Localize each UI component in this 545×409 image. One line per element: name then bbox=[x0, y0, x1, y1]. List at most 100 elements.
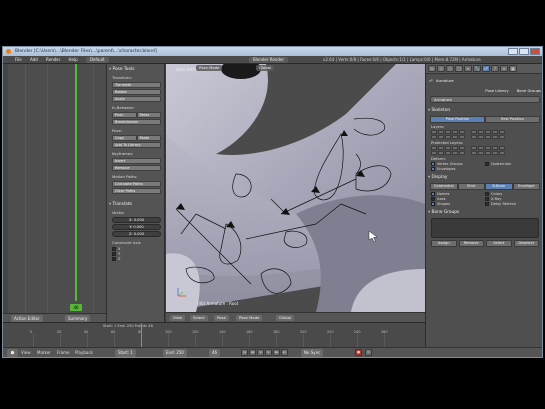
mode-select[interactable]: Pose Mode bbox=[196, 65, 223, 71]
envelope-button[interactable]: Envelope bbox=[512, 183, 540, 190]
constraints-tab-icon[interactable]: ∞ bbox=[464, 65, 472, 72]
push-button[interactable]: Push bbox=[112, 112, 137, 118]
record-icon[interactable]: ● bbox=[355, 349, 362, 356]
bone-constraints-tab-icon[interactable]: ∞ bbox=[500, 65, 508, 72]
action-editor[interactable]: 46 bbox=[3, 64, 106, 313]
jump-end-icon[interactable]: ▸| bbox=[281, 349, 288, 356]
translate-button[interactable]: Translate bbox=[112, 82, 161, 88]
frame-menu[interactable]: Frame bbox=[57, 349, 69, 357]
quaternion-checkbox[interactable]: Quaternion bbox=[485, 162, 539, 166]
start-frame-field[interactable]: Start: 1 bbox=[115, 349, 136, 357]
axis-x-checkbox[interactable]: X bbox=[112, 247, 159, 251]
menu-help[interactable]: Help bbox=[69, 56, 78, 63]
modifiers-tab-icon[interactable]: 🔧 bbox=[473, 65, 481, 72]
axis-y-checkbox[interactable]: Y bbox=[112, 252, 159, 256]
envelopes-checkbox[interactable]: Envelopes bbox=[431, 167, 485, 171]
world-tab-icon[interactable]: ○ bbox=[446, 65, 454, 72]
jump-start-icon[interactable]: |◂ bbox=[241, 349, 248, 356]
bone-tab-icon[interactable]: / bbox=[491, 65, 499, 72]
bone-groups-list[interactable] bbox=[431, 218, 539, 238]
pose-position-button[interactable]: Pose Position bbox=[430, 116, 485, 123]
b-bone-button[interactable]: B-Bone bbox=[485, 183, 513, 190]
stick-button[interactable]: Stick bbox=[457, 183, 485, 190]
add-to-library-button[interactable]: Add To Library bbox=[112, 142, 161, 148]
render-engine-select[interactable]: Blender Render bbox=[249, 57, 289, 63]
axes-checkbox[interactable]: Axes bbox=[431, 197, 485, 201]
paste-pose-button[interactable]: Paste bbox=[136, 135, 161, 141]
texture-tab-icon[interactable]: ▦ bbox=[509, 65, 517, 72]
screen-layout-select[interactable]: Default bbox=[85, 57, 109, 63]
timeline-current-frame[interactable] bbox=[141, 323, 142, 347]
vertex-groups-checkbox[interactable]: Vertex Groups bbox=[431, 162, 485, 166]
display-panel-header[interactable]: Display bbox=[426, 172, 542, 181]
colors-checkbox[interactable]: Colors bbox=[485, 192, 539, 196]
calculate-paths-button[interactable]: Calculate Paths bbox=[112, 181, 161, 187]
menu-file[interactable]: File bbox=[15, 56, 22, 63]
play-reverse-icon[interactable]: ◂ bbox=[257, 349, 264, 356]
3d-viewport[interactable]: User Ortho (46) Armature : Root bbox=[166, 64, 425, 312]
prev-key-icon[interactable]: ◂◂ bbox=[249, 349, 256, 356]
keying-set-icon[interactable]: ⚿ bbox=[365, 349, 372, 356]
select-button[interactable]: Select bbox=[486, 240, 512, 247]
object-tab-icon[interactable]: ▢ bbox=[455, 65, 463, 72]
play-icon[interactable]: ▸ bbox=[265, 349, 272, 356]
copy-pose-button[interactable]: Copy bbox=[112, 135, 137, 141]
orientation-select[interactable]: Global bbox=[256, 65, 275, 71]
marker-menu[interactable]: Marker bbox=[37, 349, 51, 357]
armature-data-field[interactable]: Armature bbox=[430, 96, 540, 103]
octahedral-button[interactable]: Octahedral bbox=[430, 183, 458, 190]
bone-groups-tab[interactable]: Bone Groups bbox=[517, 88, 541, 93]
menu-render[interactable]: Render bbox=[46, 56, 60, 63]
view-menu[interactable]: View bbox=[170, 314, 186, 321]
pose-menu[interactable]: Pose bbox=[214, 314, 229, 321]
protected-layers-grid[interactable] bbox=[431, 146, 539, 155]
transform-orientation-select[interactable]: Global bbox=[276, 314, 295, 321]
vector-x-field[interactable]: X: 0.000 bbox=[112, 217, 161, 223]
remove-button[interactable]: Remove bbox=[458, 240, 484, 247]
remove-keyframe-button[interactable]: Remove bbox=[112, 165, 161, 171]
delay-refresh-checkbox[interactable]: Delay Refresh bbox=[485, 202, 539, 206]
editor-mode-select[interactable]: Action Editor bbox=[11, 315, 43, 322]
rest-position-button[interactable]: Rest Position bbox=[485, 116, 540, 123]
end-frame-field[interactable]: End: 250 bbox=[163, 349, 187, 357]
relax-button[interactable]: Relax bbox=[136, 112, 161, 118]
shapes-checkbox[interactable]: Shapes bbox=[431, 202, 485, 206]
skeleton-panel-header[interactable]: Skeleton bbox=[426, 105, 542, 114]
pose-tools-header[interactable]: Pose Tools bbox=[107, 64, 164, 73]
scale-button[interactable]: Scale bbox=[112, 96, 161, 102]
scene-tab-icon[interactable]: ◇ bbox=[437, 65, 445, 72]
next-key-icon[interactable]: ▸▸ bbox=[273, 349, 280, 356]
summary-select[interactable]: Summary bbox=[65, 315, 91, 322]
rotate-button[interactable]: Rotate bbox=[112, 89, 161, 95]
current-frame-line[interactable] bbox=[75, 64, 77, 301]
bone-groups-panel-header[interactable]: Bone Groups bbox=[426, 207, 542, 216]
menu-add[interactable]: Add bbox=[30, 56, 38, 63]
view-menu-timeline[interactable]: View bbox=[21, 349, 31, 357]
armature-data-tab-icon[interactable]: ☍ bbox=[482, 65, 490, 72]
timeline-editor[interactable]: Start: 1 End: 250 Frame: 46 020406080100… bbox=[3, 322, 425, 347]
insert-keyframe-button[interactable]: Insert bbox=[112, 158, 161, 164]
breakdowner-button[interactable]: Breakdowner bbox=[112, 119, 161, 125]
armature-layers-grid[interactable] bbox=[431, 130, 539, 139]
editor-type-select[interactable]: ⌚ bbox=[7, 349, 18, 357]
assign-button[interactable]: Assign bbox=[431, 240, 457, 247]
clear-paths-button[interactable]: Clear Paths bbox=[112, 188, 161, 194]
sync-mode-select[interactable]: No Sync bbox=[301, 349, 324, 357]
x-ray-checkbox[interactable]: X-Ray bbox=[485, 197, 539, 201]
close-button[interactable] bbox=[530, 48, 540, 55]
current-frame-badge[interactable]: 46 bbox=[70, 304, 82, 311]
minimize-button[interactable] bbox=[508, 48, 518, 55]
vector-y-field[interactable]: Y: 0.000 bbox=[112, 224, 161, 230]
vector-z-field[interactable]: Z: 0.000 bbox=[112, 231, 161, 237]
names-checkbox[interactable]: Names bbox=[431, 192, 485, 196]
pose-library-tab[interactable]: Pose Library bbox=[485, 88, 508, 93]
playback-menu[interactable]: Playback bbox=[75, 349, 93, 357]
select-menu[interactable]: Select bbox=[190, 314, 208, 321]
maximize-button[interactable] bbox=[519, 48, 529, 55]
axis-z-checkbox[interactable]: Z bbox=[112, 257, 159, 261]
deselect-button[interactable]: Deselect bbox=[513, 240, 539, 247]
interaction-mode-select[interactable]: Pose Mode bbox=[236, 314, 263, 321]
render-tab-icon[interactable]: ◎ bbox=[428, 65, 436, 72]
operator-panel-header[interactable]: Translate bbox=[107, 199, 164, 208]
current-frame-field[interactable]: 46 bbox=[209, 349, 221, 357]
